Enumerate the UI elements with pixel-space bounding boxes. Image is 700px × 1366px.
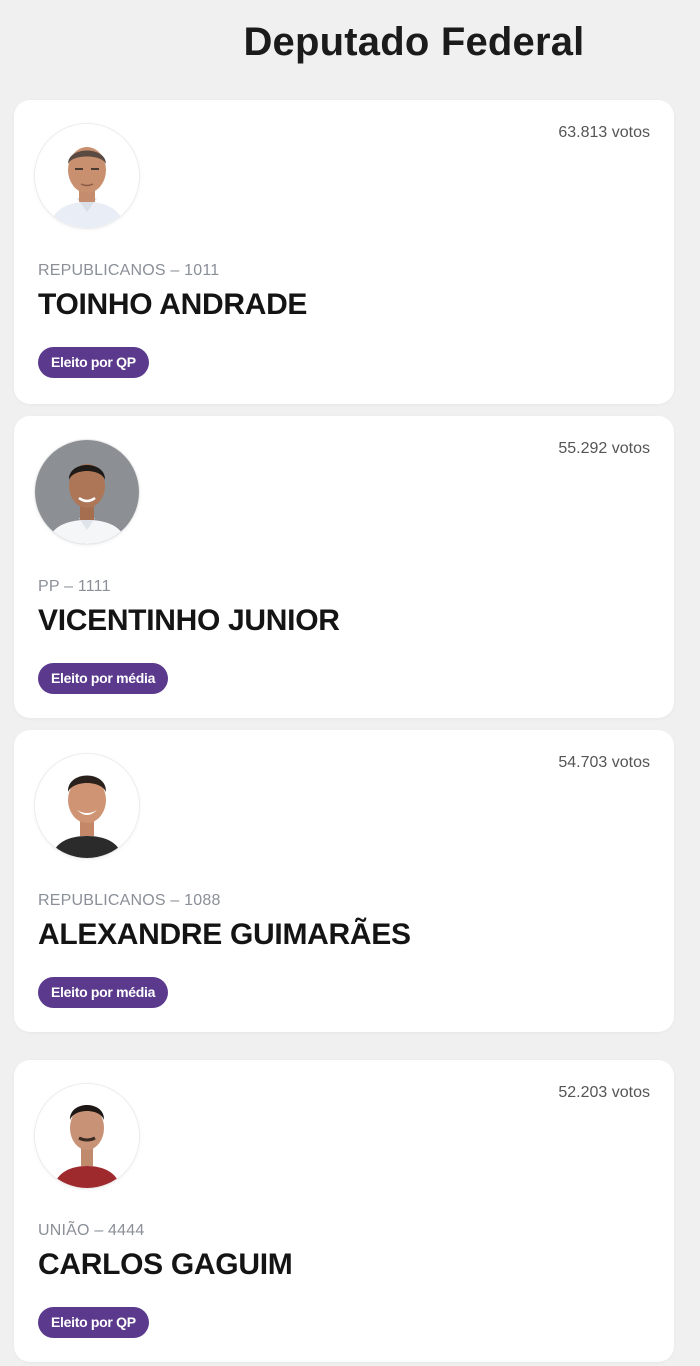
status-badge: Eleito por média <box>38 977 169 1008</box>
candidate-photo <box>35 440 139 544</box>
party-number: UNIÃO – 4444 <box>38 1222 145 1239</box>
status-badge: Eleito por média <box>38 663 169 694</box>
candidate-name: TOINHO ANDRADE <box>38 288 308 321</box>
candidate-name: CARLOS GAGUIM <box>38 1248 293 1281</box>
page-title: Deputado Federal <box>243 20 585 64</box>
status-badge: Eleito por QP <box>38 1307 149 1338</box>
party-number: REPUBLICANOS – 1011 <box>38 262 220 279</box>
candidate-card[interactable]: 63.813 votos REPUBLICANOS – 1011 TOINHO … <box>14 100 674 404</box>
candidate-card[interactable]: 52.203 votos UNIÃO – 4444 CARLOS GAGUIM … <box>14 1060 674 1362</box>
vote-count: 52.203 votos <box>558 1084 650 1101</box>
candidate-name: VICENTINHO JUNIOR <box>38 604 340 637</box>
party-number: PP – 1111 <box>38 578 111 595</box>
party-number: REPUBLICANOS – 1088 <box>38 892 221 909</box>
candidate-photo <box>35 1084 139 1188</box>
candidate-photo <box>35 124 139 228</box>
candidate-card[interactable]: 55.292 votos PP – 1111 VICENTINHO JUNIOR… <box>14 416 674 718</box>
status-badge: Eleito por QP <box>38 347 149 378</box>
candidate-name: ALEXANDRE GUIMARÃES <box>38 918 411 951</box>
candidate-card[interactable]: 54.703 votos REPUBLICANOS – 1088 ALEXAND… <box>14 730 674 1032</box>
candidate-photo <box>35 754 139 858</box>
vote-count: 54.703 votos <box>558 754 650 771</box>
vote-count: 63.813 votos <box>558 124 650 141</box>
vote-count: 55.292 votos <box>558 440 650 457</box>
